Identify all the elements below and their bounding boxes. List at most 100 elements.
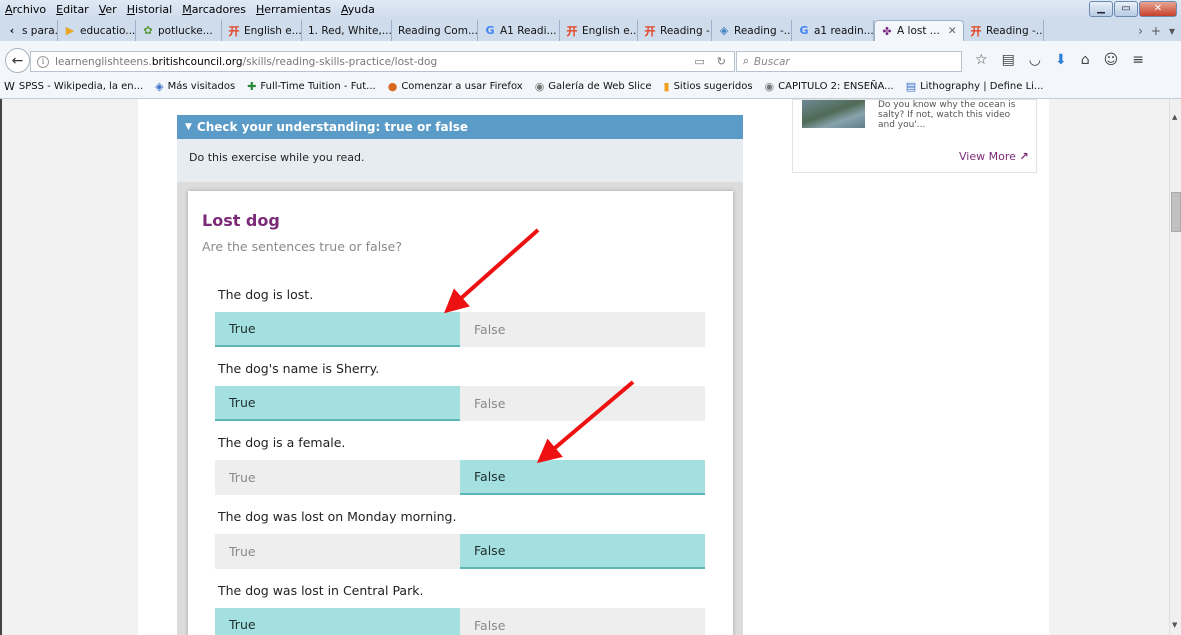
tab-1[interactable]: ‹s para... <box>0 20 58 41</box>
view-more-link[interactable]: View More ↗ <box>959 150 1029 163</box>
false-option[interactable]: False <box>460 534 705 569</box>
close-tab-icon[interactable]: ✕ <box>948 25 957 37</box>
minimize-button[interactable]: ▁ <box>1089 1 1113 17</box>
true-option[interactable]: True <box>215 534 460 569</box>
maximize-button[interactable]: ▭ <box>1114 1 1138 17</box>
reader-view-icon[interactable]: ▭ <box>694 55 704 68</box>
home-icon[interactable]: ⌂ <box>1081 52 1090 68</box>
google-icon: G <box>485 24 495 37</box>
exercise-title: Lost dog <box>202 211 280 230</box>
tab-6[interactable]: Reading Com... <box>392 20 478 41</box>
true-false-toggle: True False <box>215 534 705 569</box>
url-prefix: learnenglishteens. <box>55 55 152 68</box>
bookmark-item[interactable]: ◈ Más visitados <box>155 80 235 93</box>
true-false-toggle: True False <box>215 460 705 495</box>
scroll-down-icon[interactable]: ▼ <box>1172 621 1177 629</box>
question-text: The dog is a female. <box>218 435 346 450</box>
related-video-card: Do you know why the ocean is salty? If n… <box>792 99 1037 173</box>
false-option[interactable]: False <box>460 312 705 347</box>
plant-icon: ✿ <box>143 24 153 37</box>
question-text: The dog was lost in Central Park. <box>218 583 424 598</box>
reload-icon[interactable]: ↻ <box>717 55 726 68</box>
true-option[interactable]: True <box>215 608 460 635</box>
bookmark-item[interactable]: ✚ Full-Time Tuition - Fut... <box>247 80 376 93</box>
close-window-button[interactable]: ✕ <box>1139 1 1177 17</box>
tab-3[interactable]: ✿ potlucke... <box>136 20 222 41</box>
tab-list-icon[interactable]: ▾ <box>1169 24 1175 38</box>
tab-7[interactable]: G A1 Readi... <box>478 20 560 41</box>
tab-10[interactable]: ◈ Reading -... <box>712 20 792 41</box>
menu-historial[interactable]: Historial <box>127 3 173 16</box>
false-option[interactable]: False <box>460 460 705 495</box>
tab-active-lost-dog[interactable]: ✤ A lost ... ✕ <box>874 20 964 41</box>
menu-ayuda[interactable]: Ayuda <box>341 3 375 16</box>
bookmark-item[interactable]: ◉ CAPITULO 2: ENSEÑA... <box>765 80 894 93</box>
url-bar[interactable]: i learnenglishteens. britishcouncil.org/s… <box>30 51 735 72</box>
bookmark-item[interactable]: ● Comenzar a usar Firefox <box>388 80 523 93</box>
scroll-up-icon[interactable]: ▲ <box>1172 113 1177 121</box>
smiley-icon[interactable]: ☺ <box>1104 52 1119 68</box>
tab-11[interactable]: Ga1 readin... <box>792 20 874 41</box>
bookmark-item[interactable]: W SPSS - Wikipedia, la en... <box>4 80 143 93</box>
pocket-icon[interactable]: ◡ <box>1029 52 1041 68</box>
video-thumbnail[interactable] <box>802 100 865 128</box>
menu-bar: Archivo Editar Ver Historial Marcadores … <box>0 0 1181 19</box>
url-path: /skills/reading-skills-practice/lost-dog <box>242 55 438 68</box>
chevron-left-icon: ‹ <box>9 24 15 37</box>
tab-4[interactable]: 开 English e... <box>222 20 302 41</box>
tab-9[interactable]: 开Reading -... <box>638 20 712 41</box>
suggested-sites-icon: ▮ <box>663 79 670 93</box>
tab-8[interactable]: 开 English e... <box>560 20 638 41</box>
question-text: The dog is lost. <box>218 287 314 302</box>
page-viewport: ▼ Check your understanding: true or fals… <box>0 99 1169 635</box>
video-teaser: Do you know why the ocean is salty? If n… <box>878 100 1016 130</box>
true-false-toggle: True False <box>215 312 705 347</box>
exercise-subtitle: Are the sentences true or false? <box>202 239 403 254</box>
tab-scroll-right-icon[interactable]: › <box>1138 24 1143 38</box>
british-council-icon: ✤ <box>882 24 892 38</box>
downloads-icon[interactable]: ⬇ <box>1055 52 1067 68</box>
true-false-toggle: True False <box>215 386 705 421</box>
menu-marcadores[interactable]: Marcadores <box>182 3 246 16</box>
new-tab-icon[interactable]: + <box>1151 24 1161 38</box>
arrow-up-right-icon: ↗ <box>1019 150 1029 163</box>
search-input[interactable]: ⌕ Buscar <box>736 51 962 72</box>
hamburger-menu-icon[interactable]: ≡ <box>1132 52 1144 68</box>
section-banner[interactable]: ▼ Check your understanding: true or fals… <box>177 115 743 145</box>
tab-13[interactable]: 开 Reading -... <box>964 20 1044 41</box>
true-option[interactable]: True <box>215 312 460 347</box>
false-option[interactable]: False <box>460 386 705 421</box>
page-scrollbar[interactable]: ▲ ▼ <box>1169 99 1181 635</box>
most-visited-icon: ◈ <box>155 79 164 93</box>
question-text: The dog's name is Sherry. <box>218 361 380 376</box>
google-icon: G <box>799 24 809 37</box>
back-arrow-icon: ← <box>11 52 24 69</box>
banner-label: Check your understanding: true or false <box>196 120 469 134</box>
true-option[interactable]: True <box>215 386 460 421</box>
hanzi-icon: 开 <box>644 24 656 38</box>
tab-2[interactable]: ▶ educatio... <box>58 20 136 41</box>
menu-herramientas[interactable]: Herramientas <box>256 3 331 16</box>
bookmarks-menu-icon[interactable]: ▤ <box>1002 52 1015 68</box>
question-text: The dog was lost on Monday morning. <box>218 509 457 524</box>
bookmark-star-icon[interactable]: ☆ <box>975 52 988 68</box>
menu-editar[interactable]: Editar <box>56 3 89 16</box>
tab-5[interactable]: 1. Red, White,... <box>302 20 392 41</box>
menu-archivo[interactable]: Archivo <box>5 3 46 16</box>
search-placeholder: Buscar <box>753 55 790 68</box>
wikipedia-icon: W <box>4 79 15 93</box>
globe-icon: ◉ <box>764 79 775 93</box>
firefox-icon: ● <box>387 79 398 93</box>
bookmark-item[interactable]: ◉ Galería de Web Slice <box>535 80 652 93</box>
true-option[interactable]: True <box>215 460 460 495</box>
instruction-box: Do this exercise while you read. <box>177 139 743 182</box>
scrollbar-thumb[interactable] <box>1171 192 1181 232</box>
false-option[interactable]: False <box>460 608 705 635</box>
lithography-icon: ▤ <box>905 79 917 93</box>
bookmark-item[interactable]: ▤ Lithography | Define Li... <box>906 80 1044 93</box>
menu-ver[interactable]: Ver <box>99 3 117 16</box>
info-icon[interactable]: i <box>37 55 49 68</box>
back-button[interactable]: ← <box>5 48 30 73</box>
bookmark-item[interactable]: ▮ Sitios sugeridos <box>664 80 753 93</box>
exercise-card: Lost dog Are the sentences true or false… <box>188 191 733 635</box>
